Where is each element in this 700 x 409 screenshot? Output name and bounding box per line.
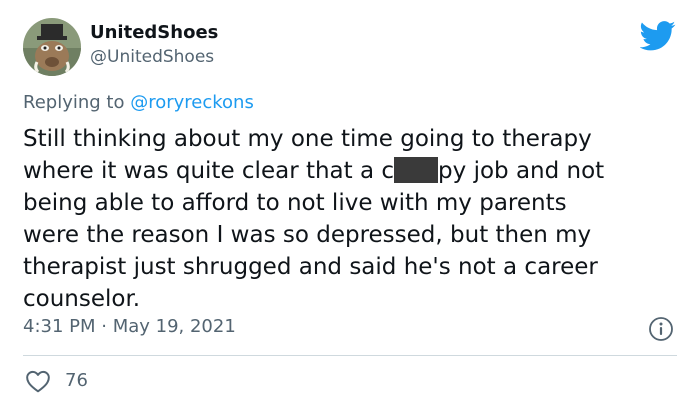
heart-icon[interactable]	[25, 369, 51, 393]
tweet-text: Still thinking about my one time going t…	[23, 123, 683, 315]
tweet-text-line: Still thinking about my one time going t…	[23, 126, 592, 152]
redaction-block	[394, 157, 439, 183]
avatar[interactable]	[23, 18, 81, 76]
reply-mention-link[interactable]: @roryreckons	[130, 92, 254, 113]
tweet-text-line: counselor.	[23, 286, 141, 312]
tweet-text-segment: where it was quite clear that a c	[23, 158, 395, 184]
avatar-image	[23, 18, 81, 76]
tweet-text-line: were the reason I was so depressed, but …	[23, 222, 592, 248]
info-icon[interactable]	[648, 316, 674, 342]
display-name[interactable]: UnitedShoes	[90, 21, 218, 45]
tweet-text-line: being able to afford to not live with my…	[23, 190, 567, 216]
user-handle[interactable]: @UnitedShoes	[90, 45, 218, 69]
replying-to-prefix: Replying to	[23, 92, 131, 113]
tweet-text-segment: py job and not	[438, 158, 605, 184]
like-action[interactable]: 76	[23, 368, 88, 394]
twitter-bird-icon[interactable]	[640, 21, 676, 51]
tweet-text-line: therapist just shrugged and said he's no…	[23, 254, 598, 280]
divider	[23, 355, 677, 356]
user-info: UnitedShoes @UnitedShoes	[90, 21, 218, 69]
tweet-text-line: where it was quite clear that a c py job …	[23, 155, 683, 187]
tweet-card: UnitedShoes @UnitedShoes Replying to @ro…	[0, 0, 700, 409]
tweet-timestamp[interactable]: 4:31 PM · May 19, 2021	[23, 315, 236, 339]
replying-to: Replying to @roryreckons	[23, 91, 254, 115]
like-count: 76	[65, 370, 88, 391]
